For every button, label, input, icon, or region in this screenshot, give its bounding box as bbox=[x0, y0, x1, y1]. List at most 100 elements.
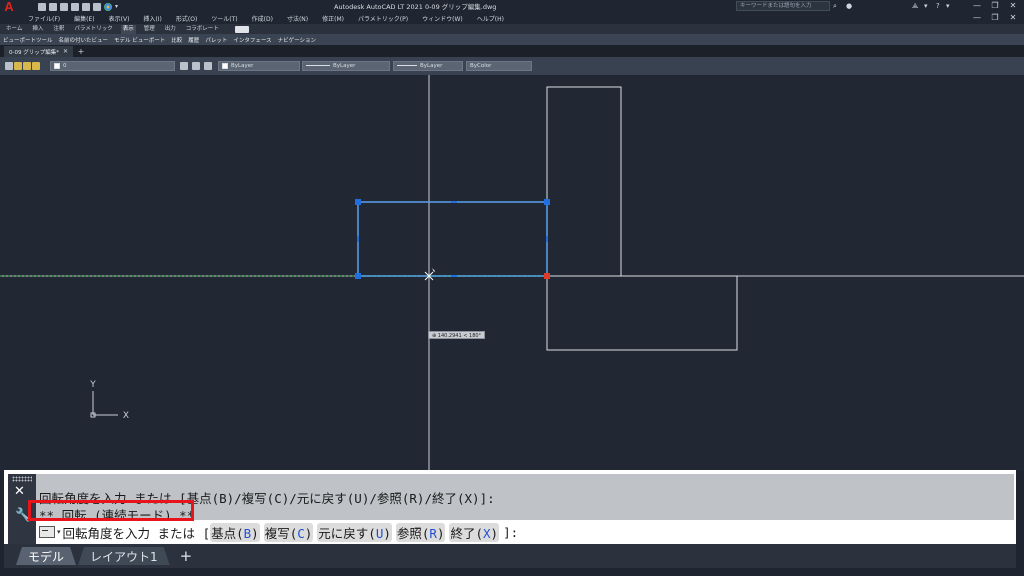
layout-tabs-bar: モデル レイアウト1 + bbox=[4, 544, 1016, 568]
panel-palettes[interactable]: パレット bbox=[205, 36, 227, 44]
search-icon[interactable]: ⌕ bbox=[833, 2, 837, 11]
tab-view[interactable]: 表示 bbox=[120, 24, 136, 34]
menu-tools[interactable]: ツール(T) bbox=[211, 14, 237, 23]
wide-rectangle[interactable] bbox=[546, 275, 738, 351]
tall-rectangle[interactable] bbox=[546, 86, 622, 277]
tab-layout1[interactable]: レイアウト1 bbox=[78, 547, 170, 565]
panel-navigation[interactable]: ナビゲーション bbox=[278, 36, 316, 44]
panel-history[interactable]: 履歴 bbox=[188, 36, 199, 44]
menu-help[interactable]: ヘルプ(H) bbox=[477, 14, 504, 23]
grip-handle-icon[interactable] bbox=[12, 476, 32, 482]
drawing-canvas[interactable]: Y X ⊕ 140.2941 < 180° bbox=[0, 75, 1024, 471]
tab-insert[interactable]: 挿入 bbox=[30, 25, 45, 34]
autocad-logo-icon[interactable]: A bbox=[0, 0, 18, 14]
menu-parametric[interactable]: パラメトリック(P) bbox=[358, 14, 408, 23]
close-icon[interactable]: ✕ bbox=[14, 484, 25, 499]
panel-model-viewports[interactable]: モデル ビューポート bbox=[114, 36, 165, 44]
selected-rectangle[interactable] bbox=[357, 201, 548, 277]
linetype-dropdown[interactable]: ByLayer bbox=[302, 61, 390, 71]
tab-collaborate[interactable]: コラボレート bbox=[184, 25, 221, 34]
option-base-point[interactable]: 基点(B) bbox=[210, 522, 260, 542]
panel-named-views[interactable]: 名前の付いたビュー bbox=[59, 36, 109, 44]
color-dropdown[interactable]: ByLayer bbox=[218, 61, 300, 71]
share-icon[interactable] bbox=[104, 2, 112, 11]
restore-button[interactable]: ❐ bbox=[988, 0, 1002, 12]
close-button[interactable]: ✕ bbox=[1006, 0, 1020, 12]
file-tab[interactable]: 0-09 グリップ編集* ✕ bbox=[4, 46, 74, 57]
file-tab-label: 0-09 グリップ編集* bbox=[9, 49, 59, 56]
ribbon-minimize-toggle[interactable] bbox=[234, 25, 249, 33]
option-reference[interactable]: 参照(R) bbox=[395, 522, 446, 542]
command-prompt-icon[interactable] bbox=[39, 526, 55, 538]
grip-top-mid[interactable] bbox=[451, 201, 457, 203]
tab-manage[interactable]: 管理 bbox=[142, 25, 157, 34]
light-bulb-icon[interactable] bbox=[14, 62, 22, 70]
open-file-icon[interactable] bbox=[49, 2, 57, 11]
app-store-icon[interactable]: ⟁ bbox=[912, 2, 918, 11]
search-input[interactable]: キーワードまたは語句を入力 bbox=[736, 1, 830, 11]
tab-parametric[interactable]: パラメトリック bbox=[72, 25, 114, 34]
color-swatch-icon bbox=[222, 62, 228, 69]
command-input[interactable]: ▾ 回転角度を入力 または [ 基点(B) 複写(C) 元に戻す(U) 参照(R… bbox=[36, 521, 1014, 543]
panel-compare[interactable]: 比較 bbox=[171, 36, 182, 44]
menu-file[interactable]: ファイル(F) bbox=[28, 14, 60, 23]
hot-grip[interactable] bbox=[544, 273, 550, 279]
new-file-icon[interactable] bbox=[38, 2, 46, 11]
menu-format[interactable]: 形式(O) bbox=[176, 14, 197, 23]
command-prompt-suffix: ]: bbox=[503, 524, 519, 540]
tab-annotate[interactable]: 注釈 bbox=[51, 25, 66, 34]
lineweight-dropdown[interactable]: ByLayer bbox=[393, 61, 463, 71]
doc-minimize-button[interactable]: — bbox=[970, 12, 984, 23]
layer-dropdown[interactable]: 0 bbox=[50, 61, 175, 71]
save-as-icon[interactable] bbox=[71, 2, 79, 11]
user-icon[interactable]: ● bbox=[846, 2, 852, 10]
menu-modify[interactable]: 修正(M) bbox=[322, 14, 344, 23]
grip-right-mid[interactable] bbox=[546, 236, 548, 242]
lock-icon[interactable] bbox=[32, 62, 40, 70]
ucs-y-label: Y bbox=[89, 380, 96, 390]
minimize-button[interactable]: — bbox=[970, 0, 984, 12]
layer-previous-icon[interactable] bbox=[204, 62, 212, 70]
plotstyle-dropdown[interactable]: ByColor bbox=[466, 61, 532, 71]
tab-output[interactable]: 出力 bbox=[163, 25, 178, 34]
chevron-down-icon[interactable]: ▾ bbox=[57, 528, 61, 536]
add-layout-button[interactable]: + bbox=[180, 547, 193, 565]
panel-viewport-tools[interactable]: ビューポートツール bbox=[3, 36, 53, 44]
plot-icon[interactable] bbox=[93, 2, 101, 11]
grip-top-left[interactable] bbox=[355, 199, 361, 205]
menu-dimension[interactable]: 寸法(N) bbox=[287, 14, 308, 23]
chevron-down-icon[interactable]: ▾ bbox=[946, 2, 950, 10]
menu-edit[interactable]: 編集(E) bbox=[74, 14, 94, 23]
option-undo[interactable]: 元に戻す(U) bbox=[317, 522, 392, 542]
ucs-x-label: X bbox=[123, 411, 129, 421]
save-icon[interactable] bbox=[60, 2, 68, 11]
panel-interface[interactable]: インタフェース bbox=[233, 36, 271, 44]
make-current-icon[interactable] bbox=[180, 62, 188, 70]
chevron-down-icon[interactable]: ▾ bbox=[115, 3, 118, 10]
match-layer-icon[interactable] bbox=[192, 62, 200, 70]
layer-properties-icon[interactable] bbox=[5, 62, 13, 70]
title-bar: A ▾ Autodesk AutoCAD LT 2021 0-09 グリップ編集… bbox=[0, 0, 1024, 14]
sun-icon[interactable] bbox=[23, 62, 31, 70]
help-icon[interactable]: ? bbox=[936, 2, 940, 10]
doc-close-button[interactable]: ✕ bbox=[1006, 12, 1020, 23]
color-swatch-icon bbox=[54, 62, 60, 69]
menu-view[interactable]: 表示(V) bbox=[109, 14, 130, 23]
grip-bottom-left[interactable] bbox=[355, 273, 361, 279]
grip-top-right[interactable] bbox=[544, 199, 550, 205]
menu-draw[interactable]: 作成(D) bbox=[252, 14, 273, 23]
print-icon[interactable] bbox=[82, 2, 90, 11]
tab-model[interactable]: モデル bbox=[16, 547, 76, 565]
menu-bar: ファイル(F) 編集(E) 表示(V) 挿入(I) 形式(O) ツール(T) 作… bbox=[0, 13, 1024, 24]
option-copy[interactable]: 複写(C) bbox=[263, 522, 314, 542]
option-exit[interactable]: 終了(X) bbox=[449, 522, 500, 542]
menu-insert[interactable]: 挿入(I) bbox=[143, 14, 161, 23]
tab-home[interactable]: ホーム bbox=[4, 25, 24, 34]
grip-bottom-mid[interactable] bbox=[451, 275, 457, 277]
doc-restore-button[interactable]: ❐ bbox=[988, 12, 1002, 23]
close-icon[interactable]: ✕ bbox=[63, 48, 68, 55]
menu-window[interactable]: ウィンドウ(W) bbox=[422, 14, 463, 23]
grip-left-mid[interactable] bbox=[357, 236, 359, 242]
new-tab-button[interactable]: + bbox=[75, 46, 87, 57]
chevron-down-icon[interactable]: ▾ bbox=[924, 2, 928, 10]
